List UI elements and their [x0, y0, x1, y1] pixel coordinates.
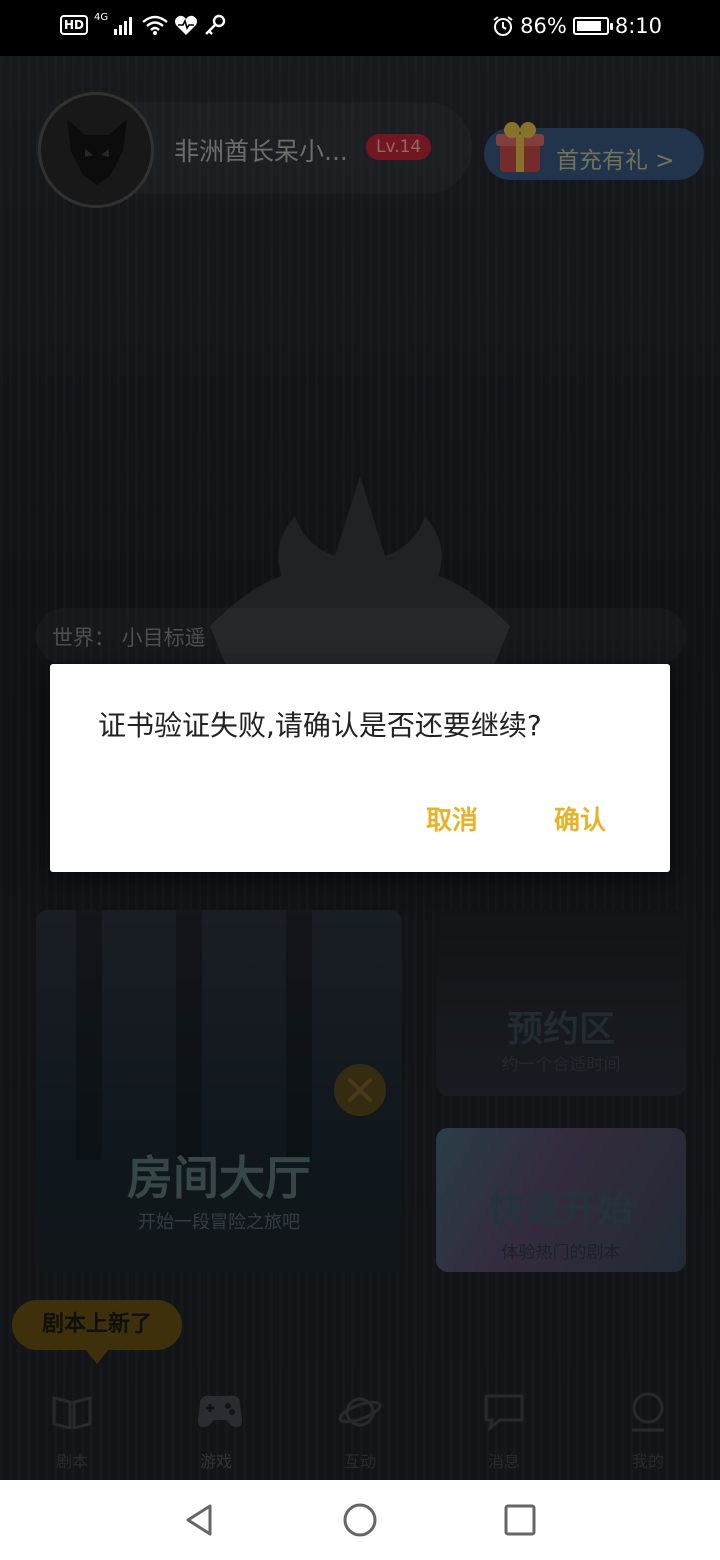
signal-icon — [114, 17, 133, 35]
key-icon — [205, 14, 226, 35]
status-right: 86% 8:10 — [492, 14, 662, 38]
clock: 8:10 — [614, 14, 662, 38]
network-type: 4G — [94, 11, 109, 23]
certificate-dialog: 证书验证失败,请确认是否还要继续? 取消 确认 — [50, 664, 670, 872]
home-icon[interactable] — [340, 1500, 380, 1540]
cancel-button[interactable]: 取消 — [426, 800, 478, 837]
health-icon — [175, 15, 198, 36]
status-left: HD 4G — [60, 11, 226, 36]
battery-icon — [572, 17, 613, 35]
alarm-icon — [493, 16, 513, 36]
hd-icon: HD — [60, 15, 89, 35]
confirm-button[interactable]: 确认 — [554, 800, 606, 837]
recents-icon[interactable] — [500, 1500, 540, 1540]
status-bar: HD 4G 86% 8:10 — [0, 0, 720, 56]
system-nav-bar — [0, 1480, 720, 1560]
battery-percent: 86% — [520, 14, 567, 38]
battery-level — [576, 21, 601, 31]
wifi-icon — [142, 15, 168, 35]
back-icon[interactable] — [180, 1500, 220, 1540]
dialog-message: 证书验证失败,请确认是否还要继续? — [98, 709, 542, 742]
